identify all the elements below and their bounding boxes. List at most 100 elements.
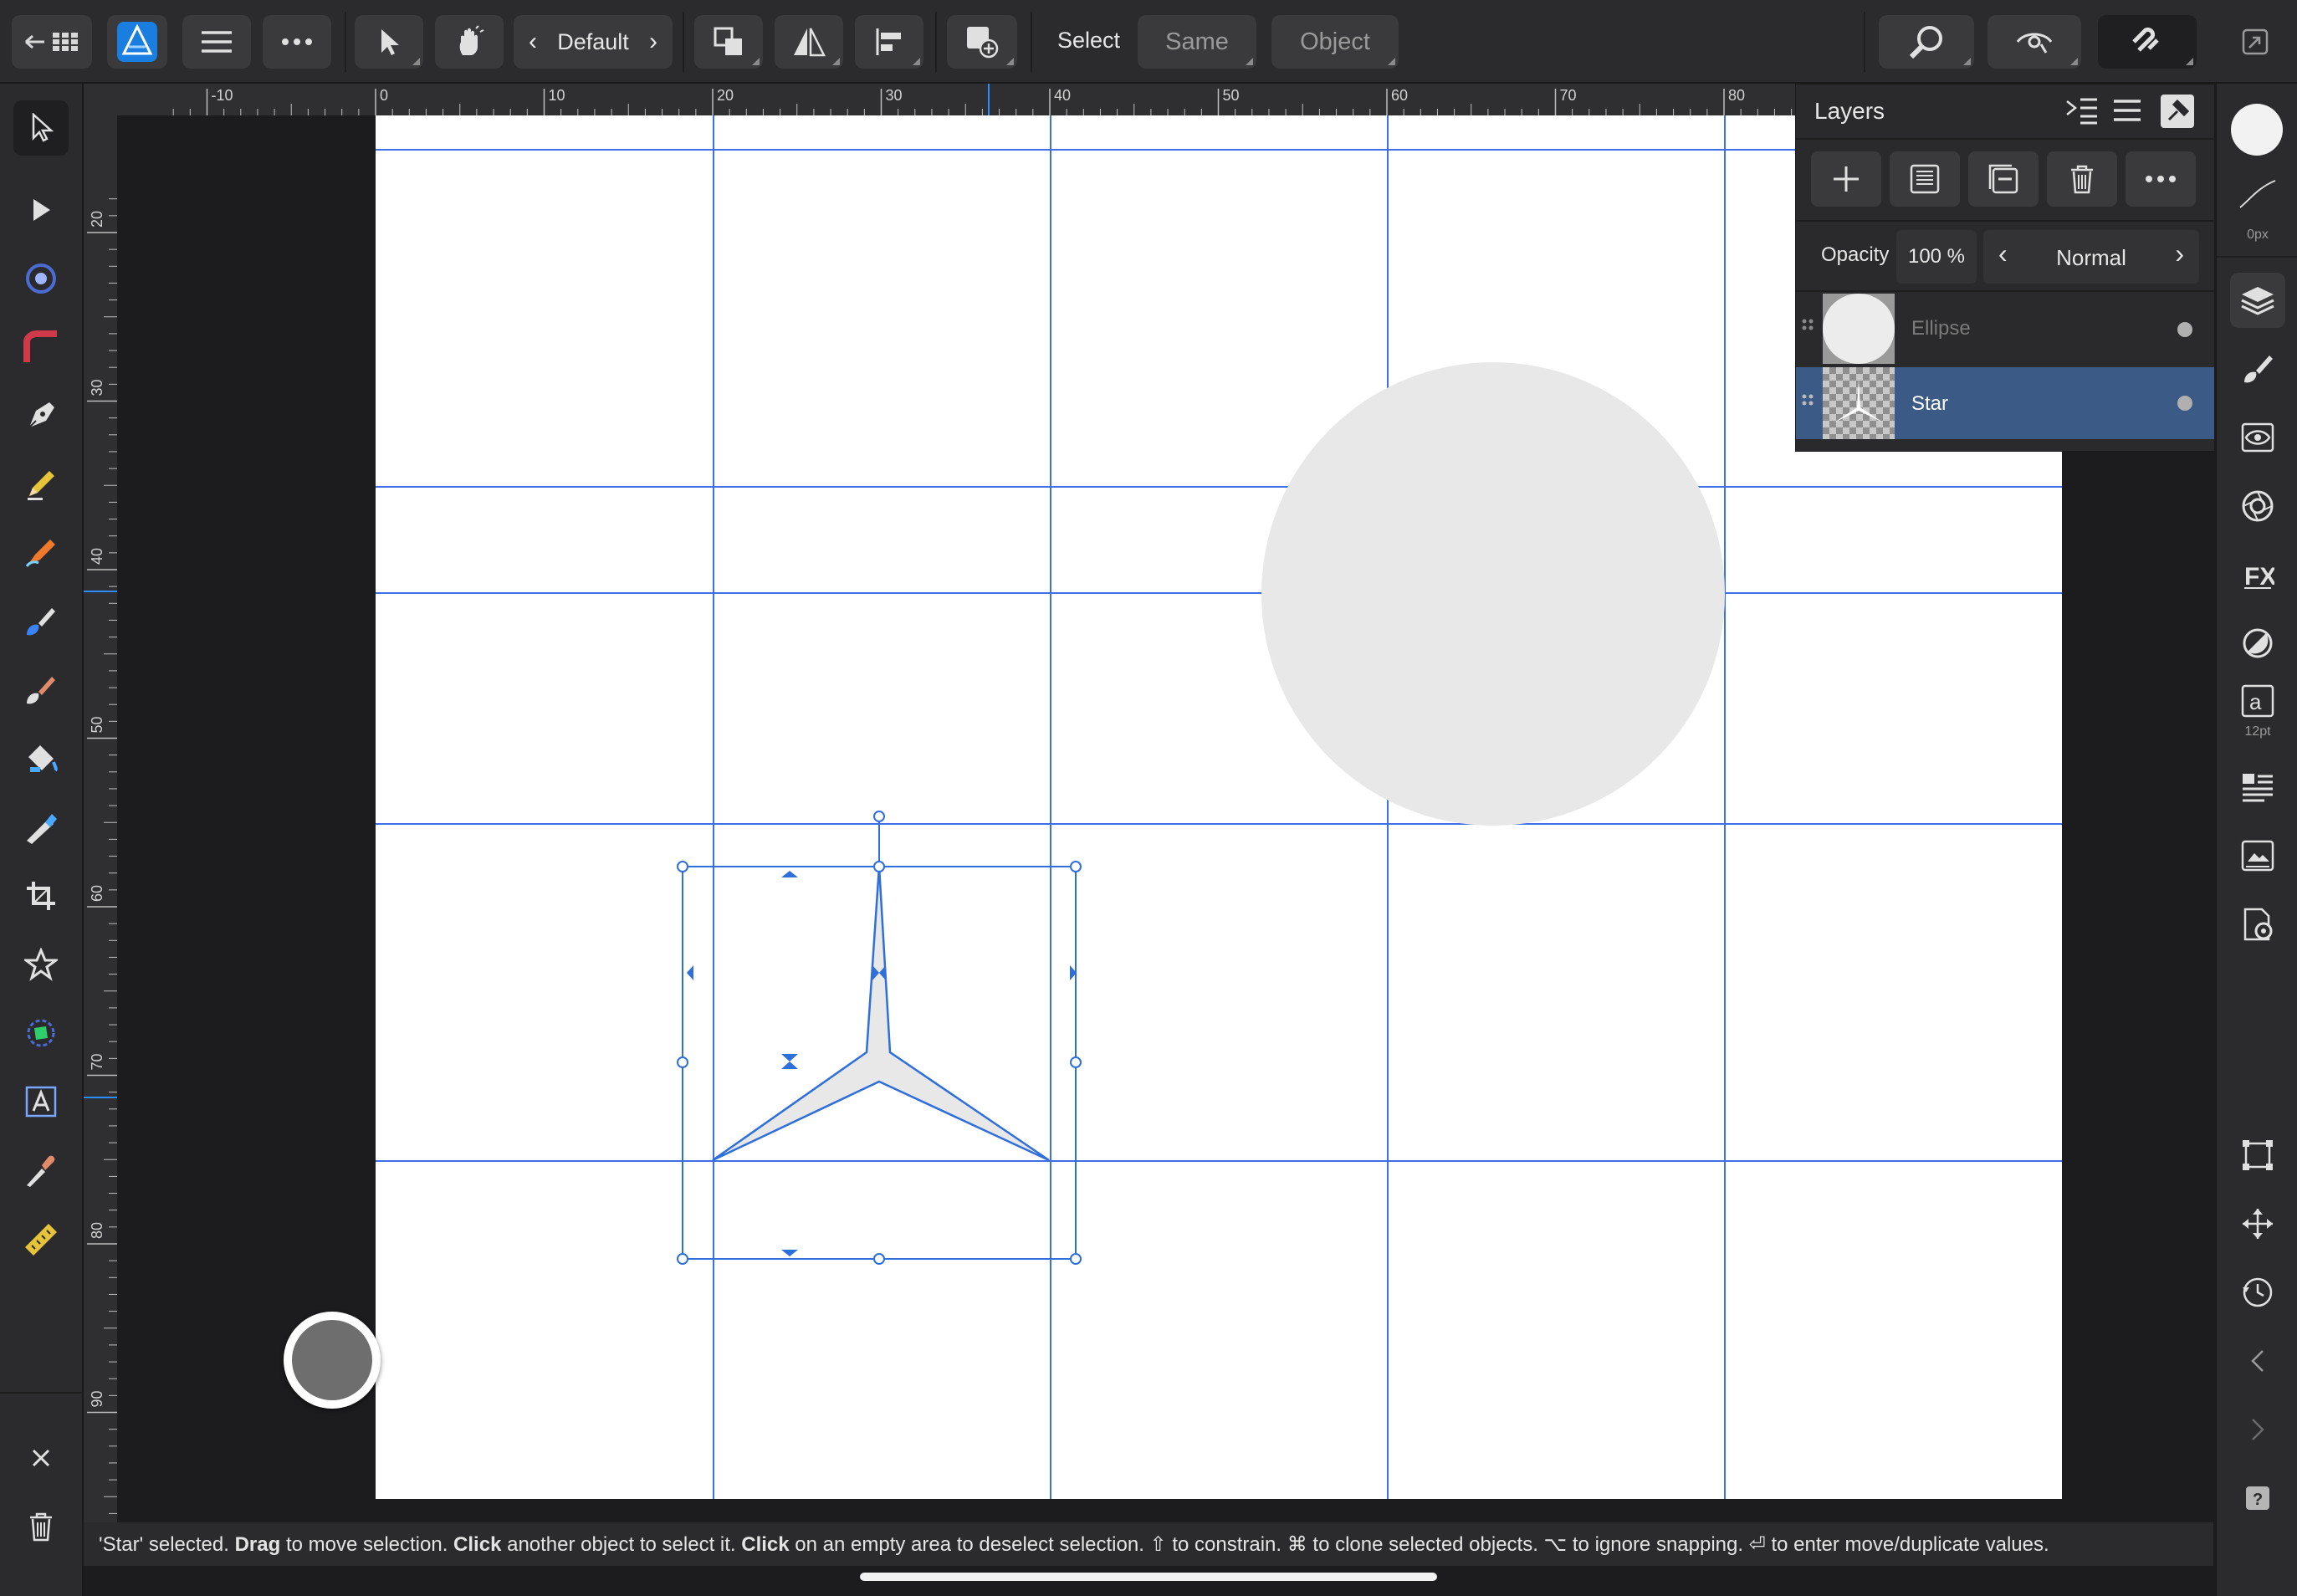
vector-brush-tool[interactable] — [13, 525, 69, 581]
delete-layer-button[interactable] — [2047, 151, 2117, 207]
transform-studio-button[interactable] — [2230, 1128, 2285, 1183]
drag-handle-icon[interactable] — [1801, 317, 1814, 337]
home-indicator[interactable] — [860, 1573, 1437, 1581]
history-studio-button[interactable] — [2230, 1265, 2285, 1320]
panel-menu-button[interactable] — [2112, 98, 2142, 127]
effects-studio-button[interactable]: FX — [2230, 547, 2285, 602]
chevron-right-icon — [2252, 1419, 2264, 1440]
delete-button[interactable] — [13, 1499, 69, 1554]
move-studio-button[interactable] — [2230, 1196, 2285, 1251]
panel-collapse-button[interactable] — [2065, 96, 2099, 129]
pin-icon — [2167, 99, 2190, 121]
ruler-label: 10 — [549, 87, 565, 104]
ruler-label: 70 — [1560, 87, 1577, 104]
assets-studio-button[interactable] — [2230, 828, 2285, 883]
select-object-button[interactable]: Object — [1271, 15, 1399, 69]
layers-panel-title: Layers — [1814, 98, 1885, 124]
chevron-right-icon[interactable]: › — [649, 28, 657, 56]
text-styles-studio-button[interactable]: a 12pt — [2230, 679, 2285, 746]
text-frame-icon — [25, 1086, 57, 1118]
plus-icon — [1834, 166, 1859, 192]
styles-studio-button[interactable] — [2230, 616, 2285, 671]
drag-handle-icon[interactable] — [1801, 392, 1814, 412]
command-controller-button[interactable] — [284, 1312, 381, 1409]
pixel-layer-icon — [1910, 164, 1940, 194]
transparency-tool[interactable] — [13, 800, 69, 855]
layers-panel: Layers Opacity 100 % ‹ Normal › Ellipse — [1795, 84, 2215, 452]
blend-mode-selector[interactable]: ‹ Normal › — [1983, 230, 2199, 284]
brushes-studio-button[interactable] — [2230, 341, 2285, 396]
svg-text:a: a — [2249, 689, 2262, 714]
brush-icon — [27, 677, 55, 704]
ruler-label: 70 — [89, 1053, 105, 1070]
persona-selector[interactable]: ‹ Default › — [514, 15, 673, 69]
preview-mode-button[interactable] — [1987, 15, 2081, 69]
add-layer-button[interactable] — [1811, 151, 1881, 207]
align-button[interactable] — [855, 15, 923, 69]
brush-icon — [2244, 356, 2273, 383]
corner-tool[interactable] — [13, 251, 69, 306]
close-icon — [32, 1449, 50, 1467]
vector-crop-icon — [27, 1019, 55, 1047]
chevron-left-icon[interactable]: ‹ — [529, 28, 537, 56]
snapping-button[interactable] — [2098, 15, 2197, 69]
add-pixel-layer-button[interactable] — [1890, 151, 1960, 207]
resize-handle — [1070, 1056, 1082, 1068]
appearance-studio-button[interactable] — [2230, 410, 2285, 465]
menu-button[interactable] — [182, 15, 251, 69]
help-button[interactable]: ? — [2230, 1471, 2285, 1526]
node-tool[interactable] — [13, 182, 69, 238]
add-mask-layer-button[interactable] — [1968, 151, 2039, 207]
layer-thumbnail — [1823, 294, 1895, 364]
arrow-grid-icon — [25, 33, 78, 51]
layers-studio-button[interactable] — [2230, 273, 2285, 328]
fill-tool[interactable] — [13, 731, 69, 786]
pen-tool[interactable] — [13, 388, 69, 443]
assets-icon — [2241, 840, 2274, 872]
expand-studio-button[interactable] — [2230, 1402, 2285, 1457]
view-tool-button[interactable] — [1879, 15, 1974, 69]
color-picker-tool[interactable] — [13, 1143, 69, 1198]
pencil-tool[interactable] — [13, 457, 69, 512]
crop-tool[interactable] — [13, 868, 69, 923]
layer-more-button[interactable] — [2126, 151, 2196, 207]
paragraph-studio-button[interactable] — [2230, 760, 2285, 815]
shape-tool[interactable] — [13, 937, 69, 992]
fullscreen-toggle-button[interactable] — [2242, 28, 2269, 59]
select-same-button[interactable]: Same — [1138, 15, 1256, 69]
flip-button[interactable] — [775, 15, 843, 69]
collapse-studio-button[interactable] — [2230, 1333, 2285, 1389]
layer-row-ellipse[interactable]: Ellipse — [1796, 292, 2214, 366]
ruler-label: 80 — [1728, 87, 1745, 104]
settings-studio-button[interactable] — [2230, 897, 2285, 952]
vector-crop-tool[interactable] — [13, 1005, 69, 1061]
cancel-button[interactable] — [13, 1430, 69, 1486]
pixel-brush-tool[interactable] — [13, 662, 69, 718]
more-button[interactable] — [263, 15, 331, 69]
layer-visibility-toggle[interactable] — [2177, 396, 2192, 411]
resize-handle — [1070, 1253, 1082, 1265]
back-to-gallery-button[interactable] — [12, 15, 92, 69]
contour-tool[interactable] — [13, 320, 69, 375]
opacity-field[interactable]: 100 % — [1896, 230, 1977, 284]
arrange-button[interactable] — [694, 15, 763, 69]
move-tool[interactable] — [13, 100, 69, 156]
move-mode-button[interactable] — [355, 15, 423, 69]
navigator-studio-button[interactable] — [2230, 478, 2285, 534]
paint-brush-tool[interactable] — [13, 594, 69, 649]
app-logo-button[interactable] — [107, 15, 167, 69]
collapse-panel-icon — [2066, 98, 2097, 125]
layer-visibility-toggle[interactable] — [2177, 322, 2192, 337]
insert-button[interactable] — [947, 15, 1017, 69]
submenu-indicator — [1246, 58, 1253, 65]
text-tool[interactable] — [13, 1074, 69, 1129]
fill-color-swatch[interactable] — [2231, 104, 2283, 156]
touch-mode-button[interactable] — [435, 15, 504, 69]
chevron-right-icon[interactable]: › — [2175, 238, 2184, 269]
trash-icon — [2071, 165, 2093, 194]
stroke-icon[interactable] — [2238, 177, 2277, 211]
resize-handle — [677, 861, 688, 872]
measure-tool[interactable] — [13, 1211, 69, 1266]
pin-panel-button[interactable] — [2161, 95, 2194, 128]
layer-row-star[interactable]: Star — [1796, 367, 2214, 439]
